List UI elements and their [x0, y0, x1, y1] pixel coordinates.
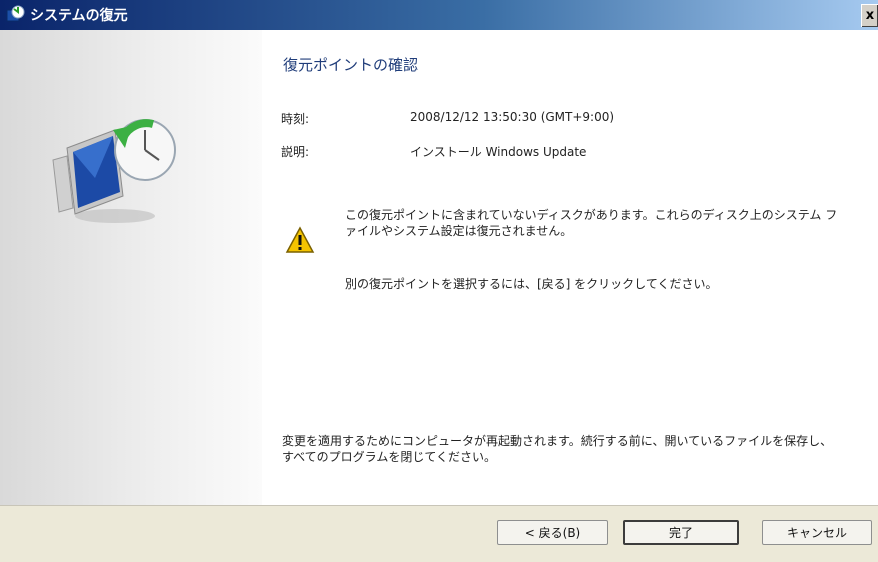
close-button[interactable]: x — [861, 4, 878, 27]
restart-notice: 変更を適用するためにコンピュータが再起動されます。続行する前に、開いているファイ… — [282, 434, 833, 464]
description-label: 説明: — [281, 145, 310, 159]
back-button[interactable]: < 戻る(B) — [497, 520, 608, 545]
warning-icon — [285, 226, 315, 253]
warning-message: この復元ポイントに含まれていないディスクがあります。これらのディスク上のシステム… — [345, 208, 838, 238]
confirm-panel: 復元ポイントの確認 時刻: 2008/12/12 13:50:30 (GMT+9… — [275, 30, 875, 505]
finish-button[interactable]: 完了 — [623, 520, 739, 545]
system-restore-icon — [52, 119, 176, 223]
back-hint: 別の復元ポイントを選択するには、[戻る] をクリックしてください。 — [345, 277, 718, 291]
time-value: 2008/12/12 13:50:30 (GMT+9:00) — [410, 110, 615, 124]
title-bar: システムの復元 x — [0, 0, 878, 30]
time-label: 時刻: — [281, 112, 310, 126]
page-title: 復元ポイントの確認 — [283, 56, 419, 74]
button-bar: < 戻る(B) 完了 キャンセル — [0, 505, 878, 562]
window-title: システムの復元 — [30, 8, 128, 24]
cancel-button[interactable]: キャンセル — [762, 520, 872, 545]
system-restore-icon — [6, 5, 25, 22]
description-value: インストール Windows Update — [410, 145, 587, 159]
side-banner — [0, 30, 262, 505]
